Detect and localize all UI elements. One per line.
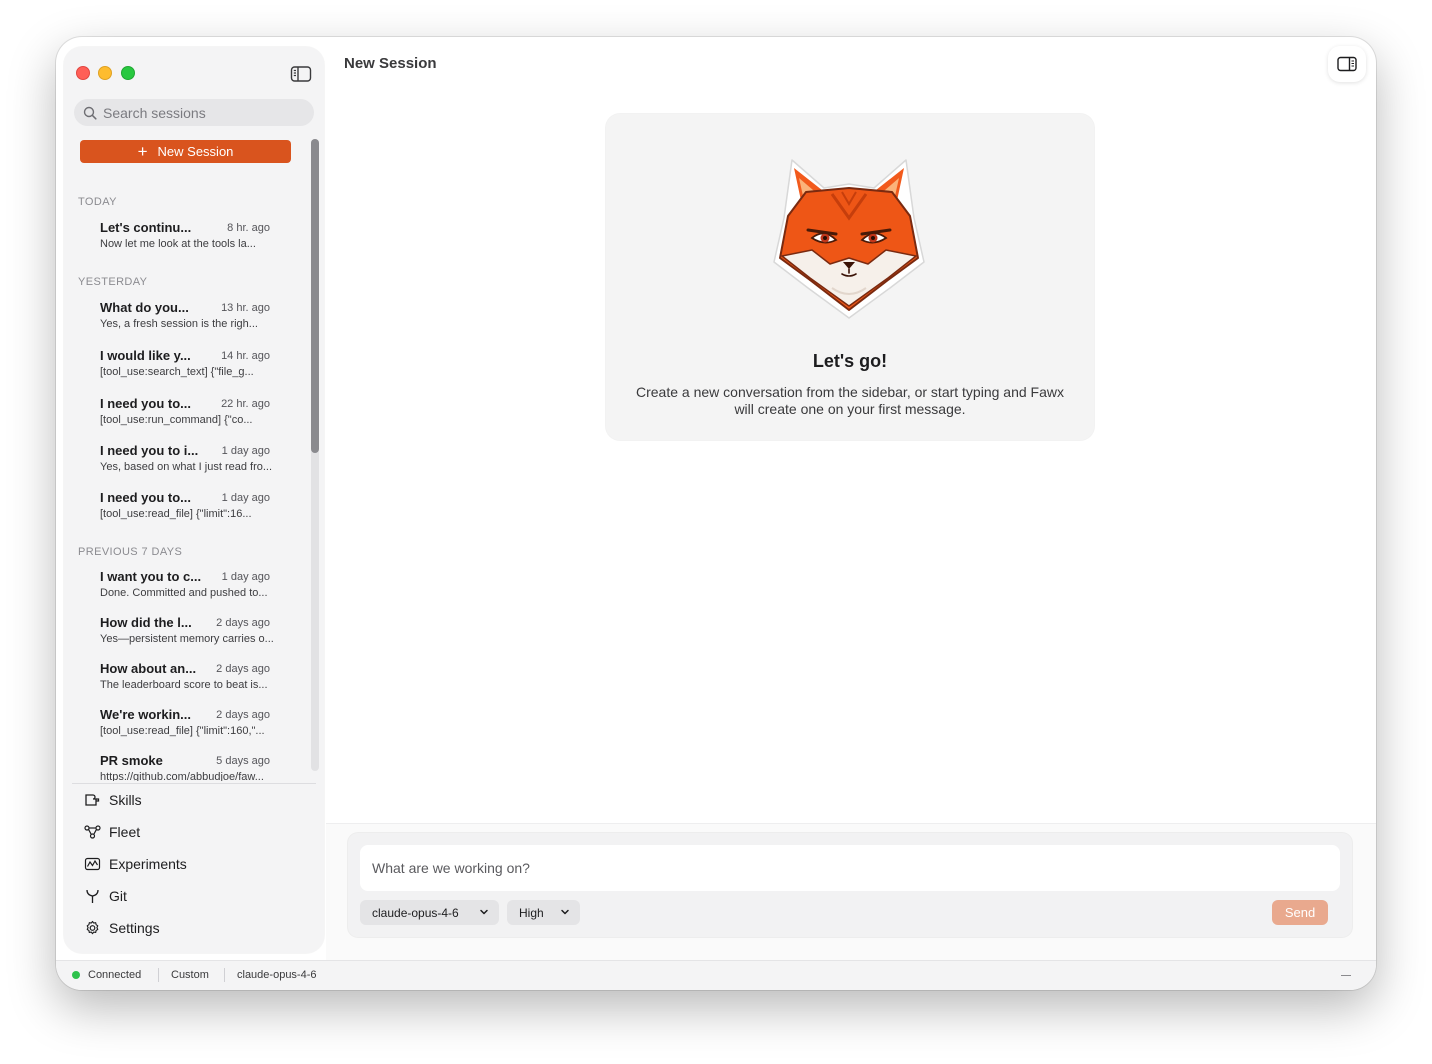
nav-item-label: Settings [109, 920, 160, 936]
effort-select[interactable]: High [507, 900, 580, 925]
message-input[interactable] [360, 845, 1340, 891]
nav-item-label: Experiments [109, 856, 187, 872]
session-list-scrollbar[interactable] [311, 139, 319, 771]
scrollbar-thumb[interactable] [311, 139, 319, 453]
session-preview: Done. Committed and pushed to... [100, 587, 268, 599]
session-time: 22 hr. ago [221, 398, 270, 410]
session-title: We're workin... [100, 707, 191, 722]
collapse-icon[interactable] [1341, 975, 1351, 976]
right-panel-icon [1337, 56, 1357, 72]
toggle-sidebar-icon[interactable] [290, 65, 312, 83]
welcome-card: Let's go! Create a new conversation from… [606, 114, 1094, 440]
minimize-window-button[interactable] [98, 66, 112, 80]
page-title: New Session [344, 55, 437, 72]
group-label-today: TODAY [78, 196, 117, 208]
session-time: 2 days ago [216, 663, 270, 675]
sidebar: + New Session TODAY Let's continu... 8 h… [64, 47, 324, 953]
session-title: How did the l... [100, 615, 192, 630]
session-preview: [tool_use:read_file] {"limit":16... [100, 508, 252, 520]
experiments-icon [84, 857, 101, 871]
session-preview: https://github.com/abbudjoe/faw... [100, 771, 264, 781]
nav-item-settings[interactable]: Settings [84, 917, 160, 939]
session-preview: Yes—persistent memory carries o... [100, 633, 274, 645]
chevron-down-icon [480, 909, 488, 915]
session-preview: [tool_use:search_text] {"file_g... [100, 366, 254, 378]
zoom-window-button[interactable] [121, 66, 135, 80]
session-preview: [tool_use:run_command] {"co... [100, 414, 253, 426]
new-session-label: New Session [157, 144, 234, 159]
search-icon [83, 106, 97, 120]
session-title: I need you to i... [100, 443, 199, 458]
session-title: I need you to... [100, 490, 192, 505]
group-label-previous-7-days: PREVIOUS 7 DAYS [78, 546, 183, 558]
status-model: claude-opus-4-6 [237, 969, 317, 981]
status-bar: Connected Custom claude-opus-4-6 [56, 960, 1376, 990]
session-title: What do you... [100, 300, 189, 315]
nav-item-label: Fleet [109, 824, 141, 840]
search-field[interactable] [74, 99, 314, 126]
git-icon [86, 889, 99, 903]
session-time: 1 day ago [221, 445, 270, 457]
session-time: 2 days ago [216, 709, 270, 721]
session-title: I would like y... [100, 348, 191, 363]
nav-item-git[interactable]: Git [84, 885, 127, 907]
session-preview: Now let me look at the tools la... [100, 238, 256, 250]
welcome-body: Create a new conversation from the sideb… [636, 384, 1064, 417]
session-title: I want you to c... [100, 569, 202, 584]
session-preview: The leaderboard score to beat is... [100, 679, 268, 691]
toggle-inspector-button[interactable] [1328, 46, 1366, 82]
fox-logo [773, 159, 925, 319]
sidebar-divider [72, 783, 316, 784]
session-time: 5 days ago [216, 755, 270, 767]
session-time: 2 days ago [216, 617, 270, 629]
close-window-button[interactable] [76, 66, 90, 80]
new-session-button[interactable]: + New Session [80, 140, 291, 163]
nav-item-skills[interactable]: Skills [84, 789, 142, 811]
composer: claude-opus-4-6 High Send [348, 833, 1352, 937]
skills-icon [85, 794, 100, 806]
session-preview: [tool_use:read_file] {"limit":160,"... [100, 725, 265, 737]
nav-item-fleet[interactable]: Fleet [84, 821, 140, 843]
connection-status: Connected [88, 969, 142, 981]
session-title: Let's continu... [100, 220, 192, 235]
chevron-down-icon [561, 909, 569, 915]
session-title: PR smoke [100, 753, 163, 768]
session-list: TODAY Let's continu... 8 hr. ago Now let… [64, 177, 310, 781]
model-select-value: claude-opus-4-6 [372, 905, 459, 920]
connection-status-dot [72, 971, 80, 979]
nav-item-label: Git [109, 888, 127, 904]
session-time: 1 day ago [221, 492, 270, 504]
status-separator [158, 968, 159, 982]
status-mode: Custom [171, 969, 209, 981]
status-separator [224, 968, 225, 982]
session-time: 13 hr. ago [221, 302, 270, 314]
send-button[interactable]: Send [1272, 900, 1328, 925]
plus-icon: + [137, 142, 148, 161]
session-title: I need you to... [100, 396, 192, 411]
session-time: 8 hr. ago [227, 222, 270, 234]
welcome-title: Let's go! [812, 351, 888, 371]
effort-select-value: High [519, 905, 544, 920]
app-window: + New Session TODAY Let's continu... 8 h… [56, 37, 1376, 990]
composer-area: claude-opus-4-6 High Send [326, 823, 1376, 960]
session-time: 14 hr. ago [221, 350, 270, 362]
model-select[interactable]: claude-opus-4-6 [360, 900, 499, 925]
gear-icon [86, 920, 99, 935]
search-input[interactable] [103, 104, 303, 121]
group-label-yesterday: YESTERDAY [78, 276, 148, 288]
nav-item-label: Skills [109, 792, 142, 808]
fleet-icon [84, 825, 101, 839]
session-preview: Yes, based on what I just read fro... [100, 461, 273, 473]
nav-item-experiments[interactable]: Experiments [84, 853, 187, 875]
session-title: How about an... [100, 661, 197, 676]
session-preview: Yes, a fresh session is the righ... [100, 318, 258, 330]
session-time: 1 day ago [221, 571, 270, 583]
